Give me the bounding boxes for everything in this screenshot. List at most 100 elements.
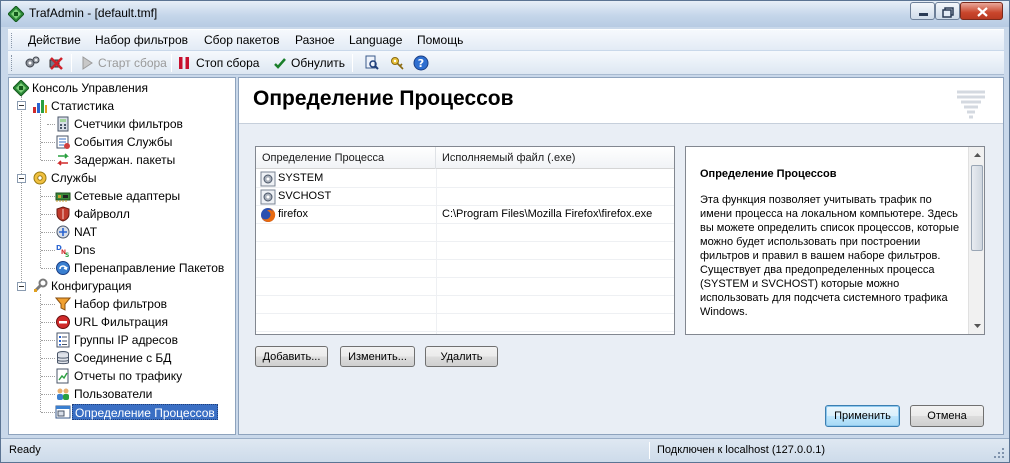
minimize-button[interactable] (910, 2, 935, 20)
table-row[interactable]: SVCHOST (256, 188, 674, 206)
table-row-empty (256, 224, 674, 242)
tree-label: Счетчики фильтров (74, 117, 183, 131)
tree-guide (41, 412, 55, 413)
gears-icon[interactable] (24, 55, 40, 71)
tree-item-firewall[interactable]: Файрволл (55, 205, 235, 223)
tree-node-configuration[interactable]: Конфигурация (32, 277, 212, 295)
apply-button[interactable]: Применить (825, 405, 900, 427)
tree-label: Определение Процессов (72, 404, 218, 420)
start-capture-button[interactable]: Старт сбора (98, 56, 167, 70)
table-row-empty (256, 314, 674, 332)
svg-text:?: ? (418, 57, 424, 70)
report-icon (56, 368, 69, 384)
collapse-toggle-services[interactable] (17, 174, 26, 183)
edit-button[interactable]: Изменить... (340, 346, 415, 367)
tree-label: NAT (74, 225, 98, 239)
menu-action[interactable]: Действие (28, 33, 81, 47)
firefox-icon (261, 207, 276, 222)
tree-node-services[interactable]: Службы (32, 169, 212, 187)
reset-icon (274, 58, 286, 69)
tree-item-url-filtering[interactable]: URL Фильтрация (55, 313, 235, 331)
tree-guide (41, 214, 55, 215)
tree-guide (41, 142, 55, 143)
toolbar-separator (171, 54, 172, 72)
tree-item-traffic-reports[interactable]: Отчеты по трафику (55, 367, 235, 385)
tree-label: Статистика (51, 99, 115, 113)
system-process-icon (260, 189, 276, 205)
tree-item-nat[interactable]: NAT (55, 223, 235, 241)
collapse-toggle-config[interactable] (17, 282, 26, 291)
scroll-down-arrow-icon[interactable] (969, 317, 985, 334)
cancel-button[interactable]: Отмена (910, 405, 984, 427)
tree-guide (40, 114, 41, 160)
menu-filter-set[interactable]: Набор фильтров (95, 33, 188, 47)
reset-button[interactable]: Обнулить (291, 56, 345, 70)
tree-item-ip-groups[interactable]: Группы IP адресов (55, 331, 235, 349)
close-button[interactable] (960, 2, 1003, 20)
delete-button[interactable]: Удалить (425, 346, 498, 367)
tree-guide (41, 340, 55, 341)
tree-label: Задержан. пакеты (74, 153, 176, 167)
help-icon[interactable]: ? (413, 55, 429, 71)
page-header: Определение Процессов (239, 78, 1003, 124)
list-icon (56, 332, 70, 348)
table-row[interactable]: firefox C:\Program Files\Mozilla Firefox… (256, 206, 674, 224)
menu-packet-capture[interactable]: Сбор пакетов (204, 33, 279, 47)
table-row[interactable]: SYSTEM (256, 170, 674, 188)
column-header-exe[interactable]: Исполняемый файл (.exe) (436, 147, 674, 169)
description-body: Эта функция позволяет учитывать трафик п… (700, 194, 960, 318)
description-scrollbar[interactable] (968, 147, 985, 334)
disconnect-icon[interactable] (48, 55, 64, 71)
title-bar: TrafAdmin - [default.tmf] (1, 1, 1009, 27)
table-row-empty (256, 242, 674, 260)
console-icon (13, 80, 29, 96)
search-icon[interactable] (364, 55, 380, 71)
maximize-button[interactable] (935, 2, 960, 20)
funnel-icon (55, 297, 71, 311)
toolbar: Старт сбора Стоп сбора Обнулить ? (8, 51, 1004, 75)
tree-item-network-adapters[interactable]: Сетевые адаптеры (55, 187, 235, 205)
add-button[interactable]: Добавить... (255, 346, 328, 367)
tree-item-process-definitions[interactable]: Определение Процессов (55, 403, 235, 421)
menu-misc[interactable]: Разное (295, 33, 335, 47)
play-icon (82, 56, 93, 70)
tree-item-service-events[interactable]: События Службы (55, 133, 235, 151)
tree-guide (41, 358, 55, 359)
menubar-grip (11, 33, 14, 48)
description-text: Определение Процессов Эта функция позвол… (700, 167, 962, 319)
menu-language[interactable]: Language (349, 33, 402, 47)
process-list-header: Определение Процесса Исполняемый файл (.… (256, 147, 674, 169)
tree-item-db-connection[interactable]: Соединение с БД (55, 349, 235, 367)
tree-node-statistics[interactable]: Статистика (32, 97, 212, 115)
tree-root-console[interactable]: Консоль Управления (13, 79, 213, 97)
tree-item-packet-redirect[interactable]: Перенаправление Пакетов (55, 259, 235, 277)
tree-item-users[interactable]: Пользователи (55, 385, 235, 403)
tree-item-dns[interactable]: D N S Dns (55, 241, 235, 259)
stop-capture-button[interactable]: Стоп сбора (196, 56, 259, 70)
status-ready: Ready (9, 444, 41, 456)
arrows-icon (57, 153, 69, 166)
tree-guide (41, 304, 55, 305)
column-header-process[interactable]: Определение Процесса (256, 147, 436, 169)
menu-help[interactable]: Помощь (417, 33, 463, 47)
description-pane: Определение Процессов Эта функция позвол… (685, 146, 985, 335)
tree-item-filter-set[interactable]: Набор фильтров (55, 295, 235, 313)
tree-label: События Службы (74, 135, 173, 149)
key-icon[interactable] (389, 55, 405, 71)
scrollbar-thumb[interactable] (971, 165, 983, 251)
collapse-toggle-statistics[interactable] (17, 101, 26, 110)
resize-grip-icon[interactable] (993, 447, 1005, 459)
tree-label: Соединение с БД (74, 351, 172, 365)
tree-label: Пользователи (74, 387, 153, 401)
table-row-empty (256, 278, 674, 296)
scroll-up-arrow-icon[interactable] (969, 147, 985, 164)
process-list[interactable]: Определение Процесса Исполняемый файл (.… (255, 146, 675, 335)
database-icon (57, 351, 69, 365)
menu-bar: Действие Набор фильтров Сбор пакетов Раз… (8, 29, 1004, 50)
tree-label: Консоль Управления (32, 81, 148, 95)
description-title: Определение Процессов (700, 168, 837, 180)
tree-item-held-packets[interactable]: Задержан. пакеты (55, 151, 235, 169)
svg-text:S: S (65, 252, 69, 258)
tree-item-filter-counters[interactable]: Счетчики фильтров (55, 115, 235, 133)
window-title: TrafAdmin - [default.tmf] (29, 6, 158, 20)
